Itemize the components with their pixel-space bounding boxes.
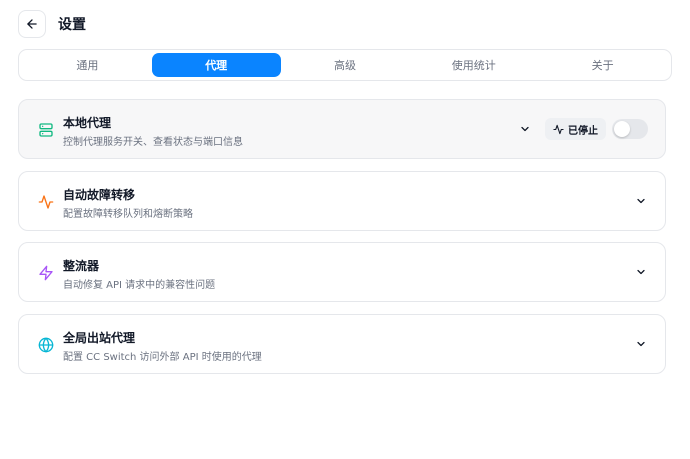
back-button[interactable] xyxy=(18,10,46,38)
section-rectifier[interactable]: 整流器 自动修复 API 请求中的兼容性问题 xyxy=(18,242,666,302)
status-text: 已停止 xyxy=(568,125,598,137)
proxy-toggle[interactable] xyxy=(612,119,648,139)
tab-usage-stats[interactable]: 使用统计 xyxy=(409,53,538,77)
section-global-outbound-proxy[interactable]: 全局出站代理 配置 CC Switch 访问外部 API 时使用的代理 xyxy=(18,314,666,374)
arrow-left-icon xyxy=(27,19,37,29)
tab-proxy[interactable]: 代理 xyxy=(151,53,281,77)
settings-page: 设置 通用 代理 高级 使用统计 关于 本地代理 控制代理服务开关、查看状态与端… xyxy=(0,0,690,459)
chevron-down-icon[interactable] xyxy=(517,121,533,137)
status-badge: 已停止 xyxy=(545,118,606,140)
toggle-knob xyxy=(614,121,630,137)
section-title: 整流器 xyxy=(63,259,100,273)
tab-general[interactable]: 通用 xyxy=(23,53,152,77)
zap-icon xyxy=(37,264,55,282)
activity-icon xyxy=(553,124,564,134)
section-description: 配置 CC Switch 访问外部 API 时使用的代理 xyxy=(63,352,262,363)
section-title: 全局出站代理 xyxy=(63,331,136,345)
section-description: 控制代理服务开关、查看状态与端口信息 xyxy=(63,137,243,148)
tab-advanced[interactable]: 高级 xyxy=(281,53,410,77)
header: 设置 xyxy=(18,10,86,38)
page-title: 设置 xyxy=(58,17,86,33)
section-title: 自动故障转移 xyxy=(63,188,136,202)
section-auto-failover[interactable]: 自动故障转移 配置故障转移队列和熔断策略 xyxy=(18,171,666,231)
chevron-down-icon[interactable] xyxy=(633,264,649,280)
section-description: 自动修复 API 请求中的兼容性问题 xyxy=(63,280,216,291)
globe-icon xyxy=(37,336,55,354)
tab-about[interactable]: 关于 xyxy=(538,53,667,77)
settings-tabs: 通用 代理 高级 使用统计 关于 xyxy=(18,49,672,81)
section-title: 本地代理 xyxy=(63,116,112,130)
activity-icon xyxy=(37,193,55,211)
chevron-down-icon[interactable] xyxy=(633,336,649,352)
chevron-down-icon[interactable] xyxy=(633,193,649,209)
server-icon xyxy=(37,121,55,139)
section-local-proxy[interactable]: 本地代理 控制代理服务开关、查看状态与端口信息 已停止 xyxy=(18,99,666,159)
section-description: 配置故障转移队列和熔断策略 xyxy=(63,209,193,220)
